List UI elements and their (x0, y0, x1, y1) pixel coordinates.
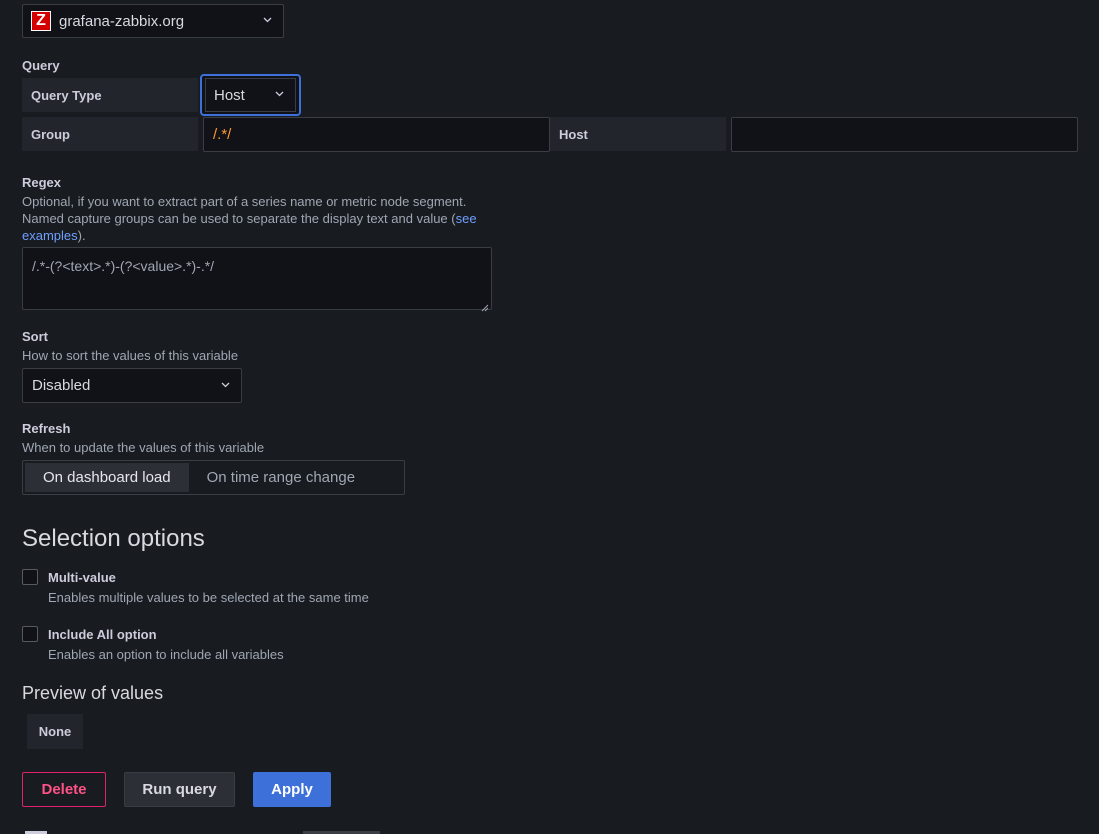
preview-title: Preview of values (22, 683, 164, 703)
preview-value-chip: None (27, 714, 83, 749)
refresh-option-time-range-change[interactable]: On time range change (189, 463, 373, 492)
sort-select[interactable]: Disabled (22, 368, 242, 403)
zabbix-logo-icon: Z (31, 11, 51, 31)
delete-button[interactable]: Delete (22, 772, 106, 807)
include-all-label: Include All option (48, 627, 157, 642)
group-input[interactable]: /.*/ (203, 117, 550, 152)
multi-value-checkbox[interactable] (22, 569, 38, 585)
sort-value: Disabled (32, 377, 91, 394)
host-label: Host (550, 117, 726, 151)
resize-handle-icon[interactable] (481, 299, 489, 312)
multi-value-description: Enables multiple values to be selected a… (48, 590, 369, 605)
regex-textarea[interactable]: /.*-(?<text>.*)-(?<value>.*)-.*/ (22, 247, 492, 312)
chevron-down-icon (275, 91, 284, 99)
refresh-radio-group: On dashboard load On time range change (22, 460, 405, 495)
query-type-select[interactable]: Host (200, 74, 301, 116)
group-input-value: /.*/ (213, 126, 232, 143)
include-all-checkbox[interactable] (22, 626, 38, 642)
refresh-label: Refresh (22, 421, 71, 436)
regex-placeholder: /.*-(?<text>.*)-(?<value>.*)-.*/ (32, 258, 215, 274)
apply-button[interactable]: Apply (253, 772, 331, 807)
multi-value-label: Multi-value (48, 570, 116, 585)
sort-description: How to sort the values of this variable (22, 348, 239, 363)
sort-label: Sort (22, 329, 48, 344)
chevron-down-icon (263, 17, 272, 25)
regex-label: Regex (22, 175, 62, 190)
refresh-option-dashboard-load[interactable]: On dashboard load (25, 463, 189, 492)
host-input[interactable] (731, 117, 1078, 152)
include-all-description: Enables an option to include all variabl… (48, 647, 284, 662)
regex-description: Optional, if you want to extract part of… (22, 194, 477, 243)
refresh-description: When to update the values of this variab… (22, 440, 265, 455)
run-query-button[interactable]: Run query (124, 772, 235, 807)
query-type-value: Host (214, 86, 245, 104)
datasource-picker[interactable]: Z grafana-zabbix.org (22, 4, 284, 38)
selection-options-title: Selection options (22, 525, 205, 552)
query-section-label: Query (22, 58, 60, 73)
chevron-down-icon (221, 382, 230, 390)
datasource-name: grafana-zabbix.org (59, 12, 185, 30)
see-examples-link-cont[interactable]: examples (22, 228, 78, 243)
see-examples-link[interactable]: see (456, 211, 477, 226)
query-type-label: Query Type (22, 78, 198, 112)
group-label: Group (22, 117, 198, 151)
